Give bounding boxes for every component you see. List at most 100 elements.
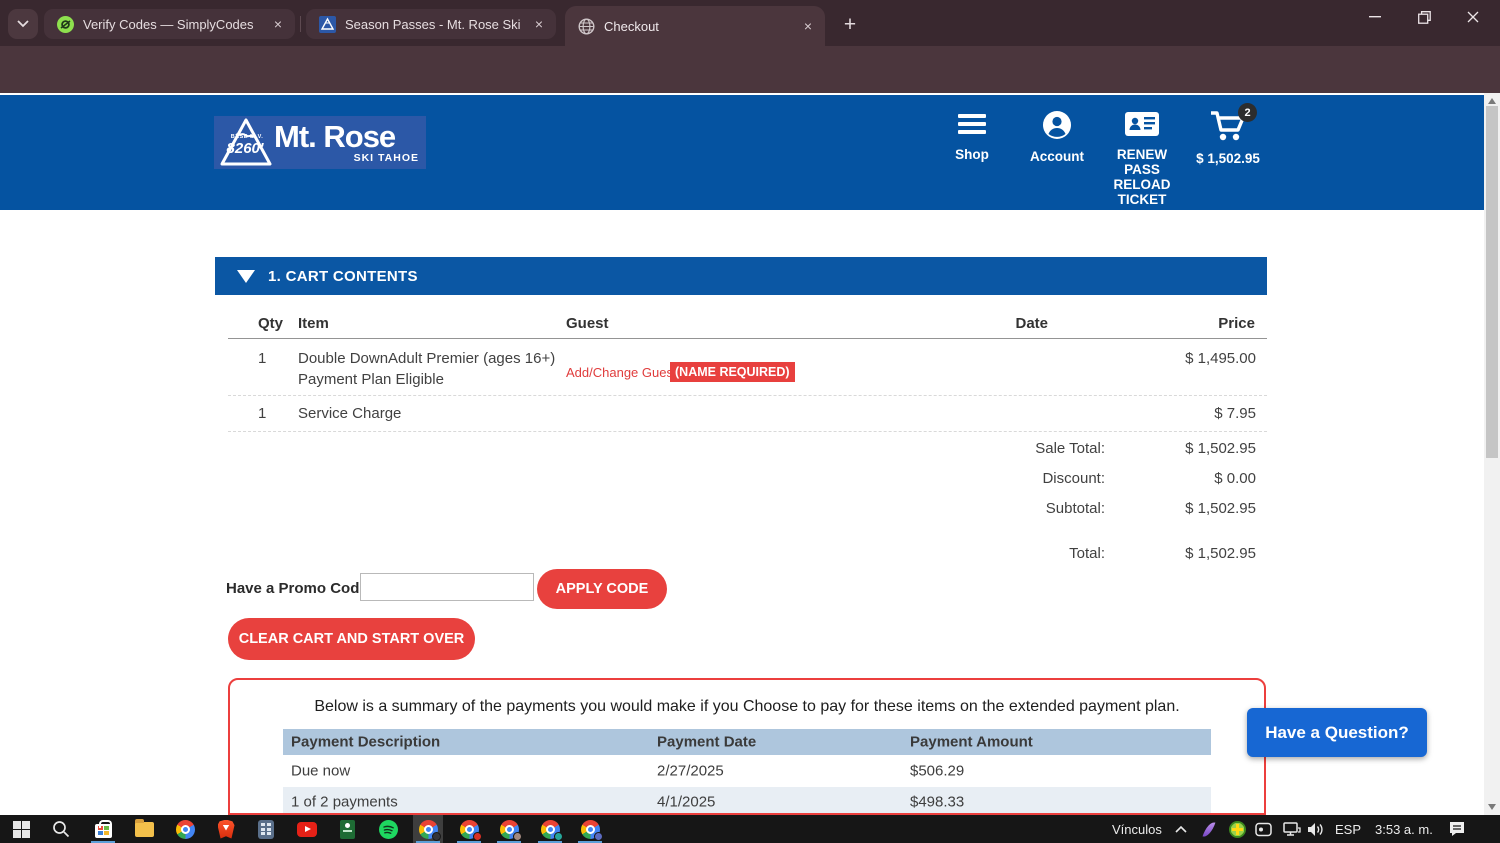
tab-title: Checkout (604, 18, 659, 34)
tab-season-passes[interactable]: Season Passes - Mt. Rose Ski Ta × (306, 9, 556, 39)
taskbar-chrome-profile-1-active[interactable] (413, 815, 443, 843)
chrome-icon (540, 819, 563, 841)
col-item: Item (298, 315, 329, 332)
window-restore-button[interactable] (1401, 0, 1447, 34)
cart-section-title: 1. CART CONTENTS (268, 267, 418, 285)
site-header: BASE ELV. 8260' Mt. Rose SKI TAHOE Shop … (0, 95, 1484, 210)
col-price: Price (1218, 315, 1255, 332)
row-price: $ 1,495.00 (1185, 350, 1256, 367)
logo-elevation: 8260' (226, 140, 264, 157)
cart-count-badge: 2 (1238, 103, 1257, 122)
hamburger-icon (958, 110, 986, 138)
tray-cast-app[interactable] (1250, 815, 1276, 843)
row-price: $ 7.95 (1214, 405, 1256, 422)
tray-antivirus-app[interactable] (1224, 815, 1250, 843)
chrome-icon (499, 819, 522, 841)
microsoft-store-icon (94, 819, 112, 838)
plan-description: 1 of 2 payments (291, 793, 398, 811)
tab-checkout-active[interactable]: Checkout × (565, 6, 825, 46)
scroll-up-icon[interactable] (1488, 98, 1496, 104)
browser-titlebar: Verify Codes — SimplyCodes × Season Pass… (0, 0, 1500, 46)
taskbar-chrome-profile-3[interactable] (494, 815, 524, 843)
col-guest: Guest (566, 315, 609, 332)
discount-value: $ 0.00 (1214, 470, 1256, 487)
nav-renew-line1: RENEW PASS (1116, 147, 1168, 177)
nav-cart[interactable]: 2 $ 1,502.95 (1192, 103, 1264, 166)
tab-close-icon[interactable]: × (530, 15, 548, 33)
payment-plan-table: Payment Description Payment Date Payment… (283, 729, 1211, 813)
tray-show-hidden-button[interactable] (1168, 815, 1194, 843)
col-date: Date (1015, 315, 1048, 332)
plan-date: 4/1/2025 (657, 793, 716, 811)
discount-label: Discount: (1042, 470, 1105, 487)
taskbar-calculator-button[interactable] (251, 815, 281, 843)
row-qty: 1 (258, 405, 267, 422)
row-qty: 1 (258, 350, 267, 367)
keyboard-language[interactable]: ESP (1335, 815, 1361, 843)
taskbar-youtube-button[interactable] (292, 815, 322, 843)
scroll-down-icon[interactable] (1488, 804, 1496, 810)
profile-badge (472, 831, 482, 841)
taskbar-green-app-button[interactable] (332, 815, 362, 843)
tray-volume-button[interactable] (1302, 815, 1330, 843)
tab-search-button[interactable] (8, 9, 38, 39)
window-close-button[interactable] (1450, 0, 1496, 34)
apply-code-button[interactable]: APPLY CODE (537, 569, 667, 609)
plan-description: Due now (291, 762, 351, 780)
start-button[interactable] (6, 815, 36, 843)
notification-icon (1450, 822, 1464, 836)
taskbar-chrome-button[interactable] (170, 815, 200, 843)
plan-date: 2/27/2025 (657, 762, 724, 780)
scrollbar-thumb[interactable] (1486, 106, 1498, 458)
clock[interactable]: 3:53 a. m. (1375, 815, 1433, 843)
nav-shop-label: Shop (955, 147, 989, 162)
taskbar-store-button[interactable] (88, 815, 118, 843)
taskbar-spotify-button[interactable] (373, 815, 403, 843)
taskbar-chrome-profile-5[interactable] (575, 815, 605, 843)
row-item-line1: Service Charge (298, 405, 402, 422)
collapse-triangle-icon (237, 269, 255, 283)
feather-icon (1202, 819, 1216, 839)
name-required-badge: (NAME REQUIRED) (670, 362, 795, 382)
tray-pen-app[interactable] (1196, 815, 1222, 843)
chevron-down-icon (17, 20, 29, 28)
row-item-line1: Double DownAdult Premier (ages 16+) (298, 350, 556, 367)
cart-contents-section-header[interactable]: 1. CART CONTENTS (215, 257, 1267, 295)
promo-code-input[interactable] (360, 573, 534, 601)
minimize-icon (1369, 16, 1381, 18)
tab-title: Season Passes - Mt. Rose Ski Ta (345, 16, 522, 32)
plan-amount: $498.33 (910, 793, 965, 811)
mt-rose-logo[interactable]: BASE ELV. 8260' Mt. Rose SKI TAHOE (214, 116, 426, 169)
tab-close-icon[interactable]: × (269, 15, 287, 33)
notification-center-button[interactable] (1442, 815, 1472, 843)
have-a-question-button[interactable]: Have a Question? (1247, 708, 1427, 757)
promo-code-label: Have a Promo Code? (226, 580, 377, 597)
tab-verify-codes[interactable]: Verify Codes — SimplyCodes × (44, 9, 295, 39)
payment-plan-intro: Below is a summary of the payments you w… (314, 698, 1180, 715)
tab-separator (300, 16, 301, 32)
tab-close-icon[interactable]: × (799, 17, 817, 35)
taskbar-brave-button[interactable] (211, 815, 241, 843)
taskbar-explorer-button[interactable] (129, 815, 159, 843)
window-minimize-button[interactable] (1352, 0, 1398, 34)
search-icon (53, 821, 70, 838)
taskbar-links-toolbar[interactable]: Vínculos (1112, 815, 1162, 843)
taskbar-chrome-profile-2[interactable] (454, 815, 484, 843)
new-tab-button[interactable]: + (836, 11, 864, 39)
network-ethernet-icon (1283, 821, 1301, 836)
taskbar-search-button[interactable] (46, 815, 76, 843)
clear-cart-button[interactable]: CLEAR CART AND START OVER (228, 618, 475, 660)
total-label: Total: (1069, 545, 1105, 562)
nav-shop[interactable]: Shop (944, 110, 1000, 162)
taskbar-chrome-profile-4[interactable] (535, 815, 565, 843)
nav-renew-pass[interactable]: RENEW PASS RELOAD TICKET (1100, 110, 1184, 207)
nav-account[interactable]: Account (1017, 110, 1097, 164)
plan-col-amount: Payment Amount (910, 733, 1033, 751)
add-change-guest-link[interactable]: Add/Change Guest (566, 365, 677, 380)
nav-renew-line2: RELOAD (1113, 177, 1171, 192)
close-icon (1467, 11, 1479, 23)
payment-plan-box: Below is a summary of the payments you w… (228, 678, 1266, 815)
page-scrollbar[interactable] (1484, 93, 1500, 815)
cart-amount: $ 1,502.95 (1196, 151, 1260, 166)
logo-tagline: SKI TAHOE (353, 152, 419, 164)
